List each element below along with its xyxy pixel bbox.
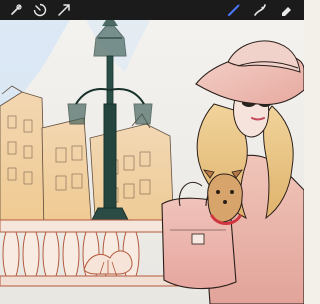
procreate-app xyxy=(0,0,304,304)
eraser-icon[interactable] xyxy=(278,2,294,18)
brush-icon[interactable] xyxy=(226,2,242,18)
smudge-icon[interactable] xyxy=(252,2,268,18)
adjustments-icon[interactable] xyxy=(8,2,24,18)
top-toolbar xyxy=(0,0,304,20)
transform-arrow-icon[interactable] xyxy=(56,2,72,18)
drawing-canvas[interactable] xyxy=(0,20,304,304)
selection-icon[interactable] xyxy=(32,2,48,18)
illustration xyxy=(0,20,304,304)
